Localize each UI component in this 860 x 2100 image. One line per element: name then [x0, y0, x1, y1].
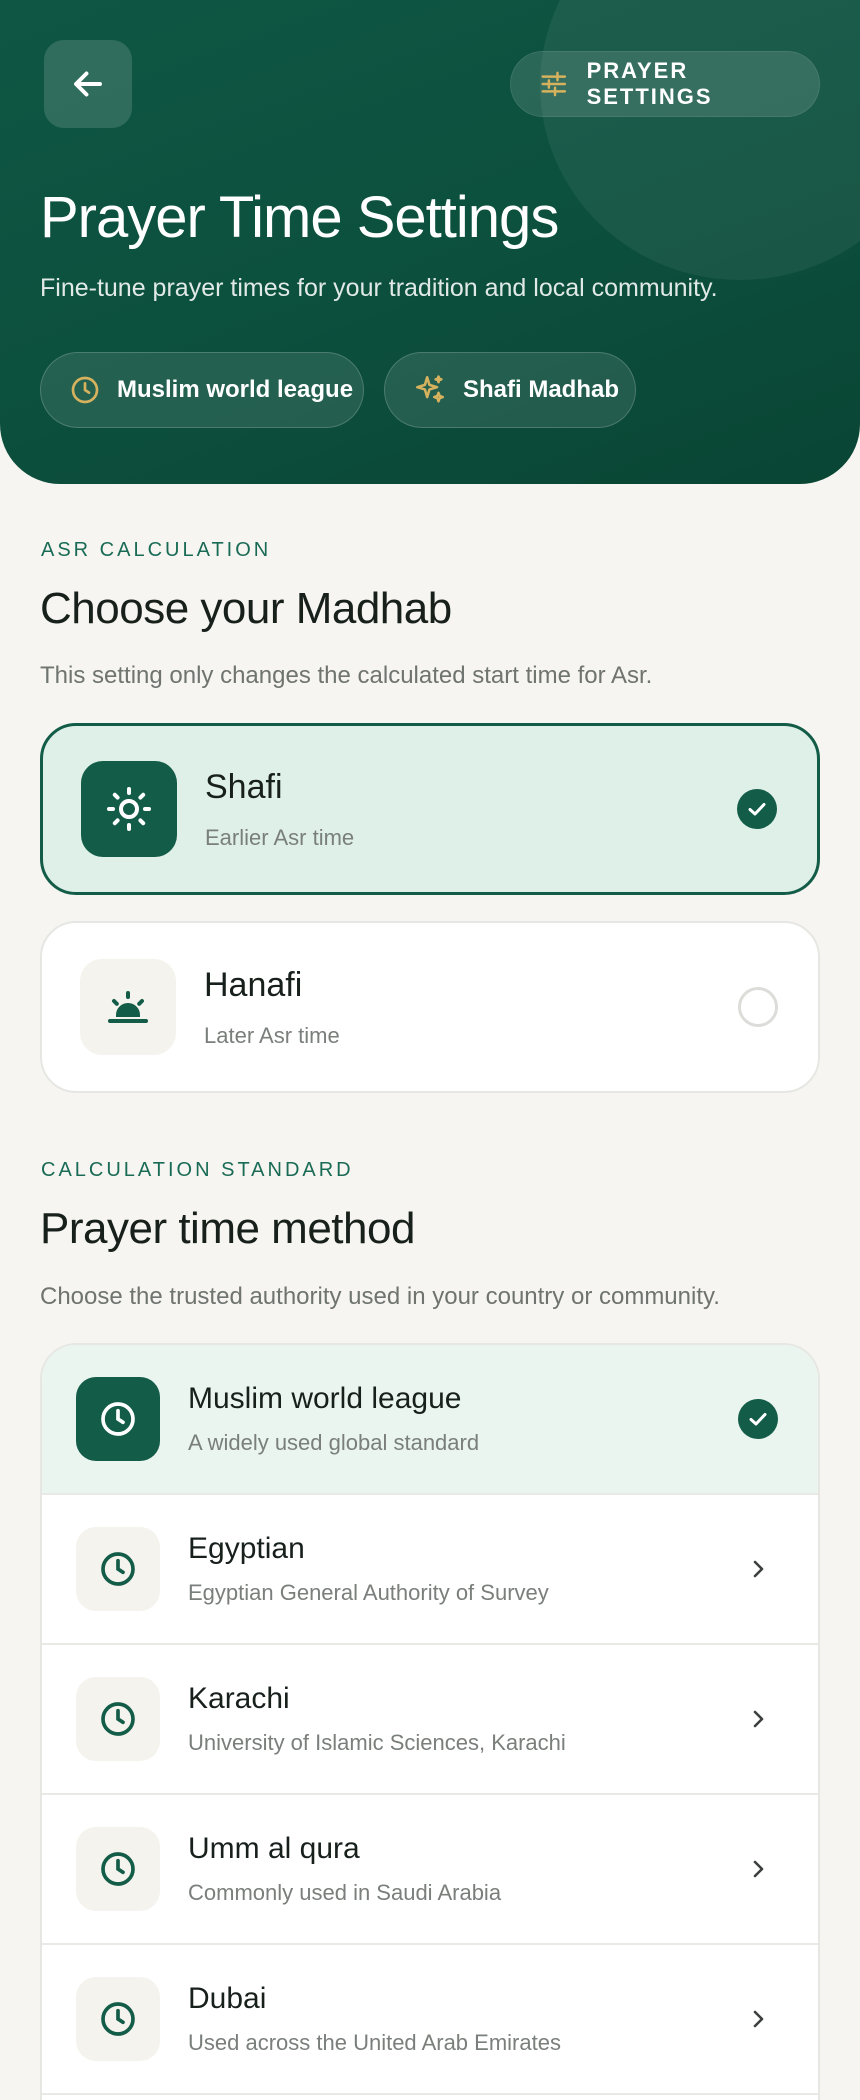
method-row-umm-al-qura[interactable]: Umm al qura Commonly used in Saudi Arabi…: [42, 1795, 818, 1945]
madhab-hint: Later Asr time: [204, 1022, 340, 1048]
selected-check-icon: [737, 789, 777, 829]
method-section-title: Prayer time method: [40, 1204, 415, 1253]
method-description: Commonly used in Saudi Arabia: [188, 1880, 502, 1905]
unselected-radio[interactable]: [738, 987, 778, 1027]
page-title: Prayer Time Settings: [40, 185, 559, 250]
madhab-option-hanafi[interactable]: Hanafi Later Asr time: [40, 921, 820, 1093]
header-hero: PRAYER SETTINGS Prayer Time Settings Fin…: [0, 0, 860, 484]
selected-check-icon: [738, 1399, 778, 1439]
method-row-dubai[interactable]: Dubai Used across the United Arab Emirat…: [42, 1945, 818, 2095]
method-row-muslim-world-league[interactable]: Muslim world league A widely used global…: [42, 1345, 818, 1495]
back-button[interactable]: [44, 40, 132, 128]
madhab-section-title: Choose your Madhab: [40, 584, 452, 633]
madhab-name: Hanafi: [204, 965, 303, 1004]
chevron-right-icon: [744, 1555, 772, 1583]
clock-icon: [101, 2002, 135, 2036]
sparkles-icon: [415, 375, 445, 403]
madhab-option-shafi[interactable]: Shafi Earlier Asr time: [40, 723, 820, 895]
method-section-description: Choose the trusted authority used in you…: [40, 1283, 720, 1310]
method-description: University of Islamic Sciences, Karachi: [188, 1730, 566, 1755]
method-name: Muslim world league: [188, 1382, 462, 1415]
method-list: Muslim world league A widely used global…: [40, 1343, 820, 2100]
prayer-settings-label: PRAYER SETTINGS: [586, 58, 713, 109]
decorative-circle: [540, 0, 860, 280]
method-icon-box: [76, 1977, 160, 2061]
madhab-name: Shafi: [205, 767, 283, 806]
method-name: Egyptian: [188, 1532, 305, 1565]
method-name: Karachi: [188, 1682, 290, 1715]
method-chip-label: Muslim world league: [117, 376, 354, 403]
clock-icon: [101, 1852, 135, 1886]
method-row-karachi[interactable]: Karachi University of Islamic Sciences, …: [42, 1645, 818, 1795]
clock-icon: [101, 1402, 135, 1436]
method-icon-box: [76, 1527, 160, 1611]
sunset-icon: [108, 991, 148, 1023]
arrow-left-icon: [74, 71, 102, 97]
madhab-icon-box: [80, 959, 176, 1055]
method-name: Dubai: [188, 1982, 267, 2015]
method-row-egyptian[interactable]: Egyptian Egyptian General Authority of S…: [42, 1495, 818, 1645]
sun-icon: [107, 787, 151, 831]
sliders-icon: [541, 71, 567, 97]
method-description: Egyptian General Authority of Survey: [188, 1580, 549, 1605]
madhab-chip[interactable]: Shafi Madhab: [384, 352, 636, 428]
page-subtitle: Fine-tune prayer times for your traditio…: [40, 274, 718, 302]
method-chip[interactable]: Muslim world league: [40, 352, 364, 428]
madhab-hint: Earlier Asr time: [205, 824, 355, 850]
asr-section-eyebrow: ASR CALCULATION: [41, 539, 272, 561]
method-description: A widely used global standard: [188, 1430, 480, 1455]
method-icon-box: [76, 1677, 160, 1761]
madhab-chip-label: Shafi Madhab: [463, 376, 620, 403]
method-icon-box: [76, 1827, 160, 1911]
clock-icon: [101, 1552, 135, 1586]
chevron-right-icon: [744, 1705, 772, 1733]
chevron-right-icon: [744, 1855, 772, 1883]
clock-icon: [101, 1702, 135, 1736]
prayer-settings-button[interactable]: PRAYER SETTINGS: [510, 51, 820, 117]
clock-icon: [71, 376, 99, 404]
method-name: Umm al qura: [188, 1832, 360, 1865]
madhab-icon-box: [81, 761, 177, 857]
method-icon-box: [76, 1377, 160, 1461]
madhab-section-description: This setting only changes the calculated…: [40, 662, 653, 689]
chevron-right-icon: [744, 2005, 772, 2033]
method-description: Used across the United Arab Emirates: [188, 2030, 561, 2055]
method-section-eyebrow: CALCULATION STANDARD: [41, 1159, 354, 1181]
